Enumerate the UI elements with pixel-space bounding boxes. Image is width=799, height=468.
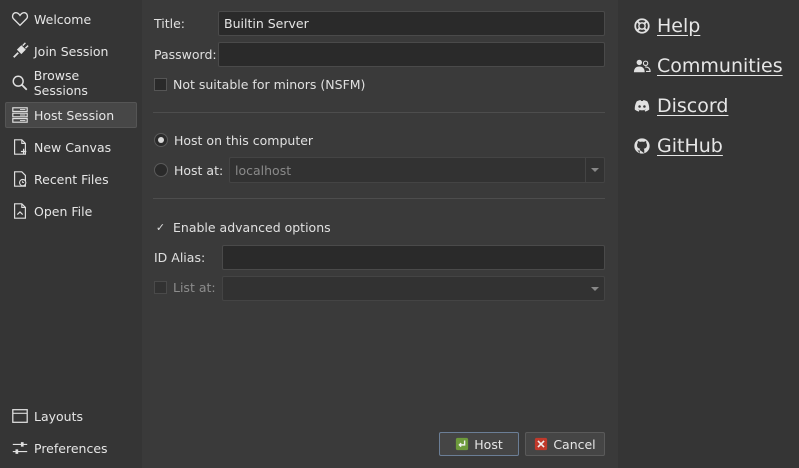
advanced-options-label: Enable advanced options — [173, 220, 331, 235]
communities-link[interactable]: Communities — [632, 51, 783, 81]
checkmark-icon: ✓ — [155, 221, 166, 234]
sidebar: Welcome Join Session Browse Sessions Hos… — [0, 0, 142, 468]
chevron-down-icon[interactable] — [586, 277, 604, 300]
title-label: Title: — [154, 16, 185, 31]
lifebuoy-icon — [632, 16, 652, 36]
sidebar-item-open-file[interactable]: Open File — [5, 198, 137, 224]
users-icon — [632, 56, 652, 76]
recent-file-icon — [10, 169, 30, 189]
host-at-value: localhost — [235, 162, 292, 178]
github-link-text: GitHub — [657, 135, 723, 157]
id-alias-label: ID Alias: — [154, 250, 206, 265]
password-field[interactable] — [218, 42, 605, 67]
sidebar-item-label: Welcome — [34, 11, 92, 27]
heart-icon — [10, 9, 30, 29]
host-at-combobox[interactable]: localhost — [229, 157, 605, 183]
layout-icon — [10, 406, 30, 426]
sidebar-item-label: Recent Files — [34, 171, 109, 187]
help-link[interactable]: Help — [632, 11, 700, 41]
host-session-form: Title: Builtin Server Password: Not suit… — [143, 0, 617, 468]
list-at-checkbox[interactable] — [154, 281, 167, 294]
sidebar-item-label: Open File — [34, 203, 93, 219]
cancel-button-label: Cancel — [553, 436, 596, 452]
sidebar-item-label: New Canvas — [34, 139, 112, 155]
enter-arrow-icon — [456, 437, 469, 451]
sidebar-item-welcome[interactable]: Welcome — [5, 6, 137, 32]
sidebar-item-label: Layouts — [34, 408, 84, 424]
communities-link-text: Communities — [657, 55, 783, 77]
open-file-icon — [10, 201, 30, 221]
sidebar-item-new-canvas[interactable]: New Canvas — [5, 134, 137, 160]
cancel-button[interactable]: Cancel — [525, 432, 605, 456]
sidebar-item-join-session[interactable]: Join Session — [5, 38, 137, 64]
host-button[interactable]: Host — [439, 432, 519, 456]
host-button-label: Host — [474, 436, 503, 452]
links-panel: Help Communities Discord GitHub — [618, 0, 799, 468]
github-icon — [632, 136, 652, 156]
list-at-combobox[interactable] — [222, 276, 605, 301]
discord-link[interactable]: Discord — [632, 91, 728, 121]
advanced-options-checkbox[interactable]: ✓ — [154, 221, 167, 234]
host-at-radio[interactable] — [154, 163, 168, 177]
sidebar-item-label: Host Session — [34, 107, 115, 123]
nsfm-label: Not suitable for minors (NSFM) — [173, 77, 366, 92]
id-alias-field[interactable] — [222, 245, 605, 270]
divider — [153, 112, 605, 113]
divider — [153, 198, 605, 199]
chevron-down-icon[interactable] — [585, 158, 604, 182]
sidebar-item-label: Preferences — [34, 440, 108, 456]
github-link[interactable]: GitHub — [632, 131, 723, 161]
plug-icon — [10, 41, 30, 61]
title-field[interactable]: Builtin Server — [218, 11, 605, 36]
radio-selected-dot — [158, 137, 164, 143]
sidebar-item-recent-files[interactable]: Recent Files — [5, 166, 137, 192]
sidebar-item-label: Browse Sessions — [33, 68, 88, 98]
cancel-icon — [535, 437, 548, 451]
server-icon — [10, 105, 30, 125]
sidebar-item-host-session[interactable]: Host Session — [5, 102, 137, 128]
host-local-radio[interactable] — [154, 133, 168, 147]
sliders-icon — [10, 438, 30, 458]
password-label: Password: — [154, 47, 217, 62]
discord-icon — [632, 96, 652, 116]
list-at-label: List at: — [173, 280, 216, 295]
help-link-text: Help — [657, 15, 701, 37]
host-at-label: Host at: — [174, 163, 224, 178]
sidebar-item-label: Join Session — [34, 43, 109, 59]
nsfm-checkbox[interactable] — [154, 78, 167, 91]
new-document-icon — [10, 137, 30, 157]
sidebar-item-browse-sessions[interactable]: Browse Sessions — [5, 68, 137, 98]
sidebar-item-preferences[interactable]: Preferences — [5, 435, 137, 461]
search-icon — [10, 73, 30, 93]
host-local-label: Host on this computer — [174, 133, 314, 148]
discord-link-text: Discord — [657, 95, 729, 117]
sidebar-item-layouts[interactable]: Layouts — [5, 403, 137, 429]
